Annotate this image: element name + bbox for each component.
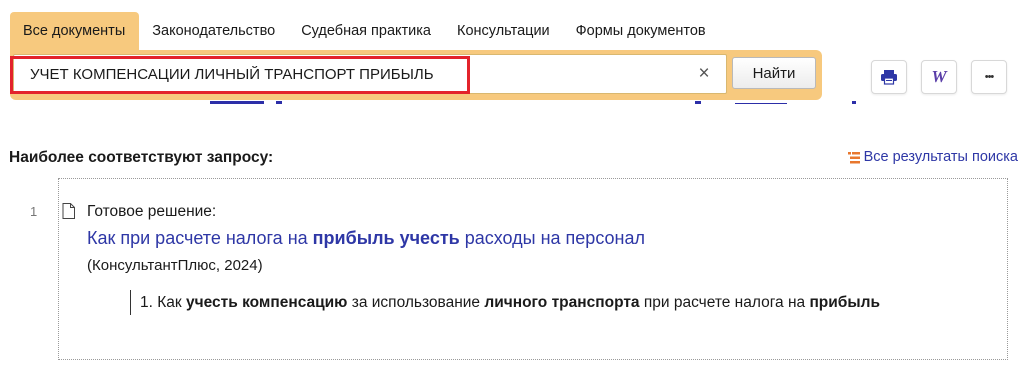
search-tabs: Все документы Законодательство Судебная …	[10, 12, 719, 50]
tab-all-documents[interactable]: Все документы	[10, 12, 140, 50]
tab-consultations[interactable]: Консультации	[444, 12, 563, 50]
print-icon	[881, 70, 897, 85]
word-export-button[interactable]: W	[921, 60, 957, 94]
result-number: 1	[30, 204, 38, 219]
word-icon: W	[931, 67, 947, 86]
obscured-links-strip	[190, 101, 870, 105]
tab-legislation[interactable]: Законодательство	[139, 12, 288, 50]
all-results-link[interactable]: Все результаты поиска	[847, 149, 1018, 165]
tab-document-forms[interactable]: Формы документов	[563, 12, 719, 50]
clear-icon[interactable]: ×	[692, 62, 716, 86]
search-input[interactable]	[30, 55, 670, 93]
print-button[interactable]	[871, 60, 907, 94]
result-source: (КонсультантПлюс, 2024)	[87, 257, 263, 274]
result-type-label: Готовое решение:	[87, 203, 217, 220]
result-title-link[interactable]: Как при расчете налога на прибыль учесть…	[87, 228, 645, 249]
document-icon	[62, 203, 75, 219]
all-results-label: Все результаты поиска	[863, 149, 1018, 165]
results-section-title: Наиболее соответствуют запросу:	[9, 149, 274, 166]
search-bar: × Найти	[10, 50, 822, 100]
result-snippet[interactable]: 1. Как учесть компенсацию за использован…	[130, 290, 960, 315]
tab-court-practice[interactable]: Судебная практика	[288, 12, 444, 50]
more-button[interactable]: •••	[971, 60, 1007, 94]
more-icon: •••	[984, 71, 995, 83]
search-field-wrapper: ×	[13, 54, 727, 94]
find-button[interactable]: Найти	[732, 57, 816, 89]
list-icon	[847, 151, 860, 163]
